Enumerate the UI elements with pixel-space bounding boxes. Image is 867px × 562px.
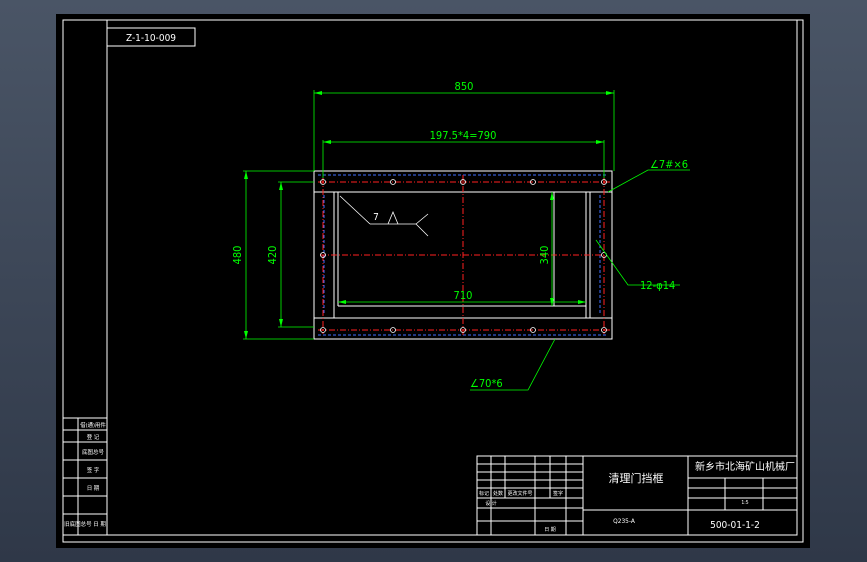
dim-overall-width: 850 (455, 80, 474, 93)
tb-cell-1: 处数 (493, 490, 503, 497)
strip-label-5: 旧底图总号 日 期 (64, 520, 106, 528)
dim-overall-height: 480 (231, 246, 244, 265)
strip-label-4: 日 期 (87, 485, 100, 492)
drawing-code: Z-1-10-009 (126, 33, 176, 44)
tb-cell-4: 设 计 (485, 500, 496, 507)
strip-label-0: 借(通)用件 (80, 421, 106, 429)
strip-label-2: 底图总号 (82, 448, 105, 456)
tb-cell-0: 标记 (479, 490, 489, 497)
strip-label-1: 登 记 (87, 433, 100, 441)
tb-cell-2: 更改文件号 (507, 490, 532, 497)
dim-inner-height: 420 (266, 246, 279, 265)
tb-cell-3: 签字 (553, 490, 563, 497)
tb-cell-5: 日 期 (544, 527, 555, 533)
dim-inner-width: 710 (454, 289, 473, 302)
cad-drawing-canvas: Z-1-10-009 借(通)用件 登 记 底图总号 签 字 日 期 旧底图总号… (56, 14, 810, 548)
part-name: 清理门挡框 (609, 471, 664, 485)
callout-angle-large: ∠70*6 (470, 377, 503, 390)
strip-label-3: 签 字 (87, 466, 100, 474)
material: Q235-A (613, 517, 635, 525)
dim-hole-pitch: 197.5*4=790 (430, 129, 497, 142)
callout-angle-small: ∠7#×6 (650, 158, 688, 171)
tb-ratio: 1:5 (741, 500, 748, 506)
company-name: 新乡市北海矿山机械厂 (695, 460, 795, 473)
callout-holes: 12-φ14 (640, 279, 675, 292)
drawing-number: 500-01-1-2 (710, 520, 760, 531)
dim-window-height: 340 (538, 246, 551, 265)
weld-size-label: 7 (373, 212, 379, 223)
